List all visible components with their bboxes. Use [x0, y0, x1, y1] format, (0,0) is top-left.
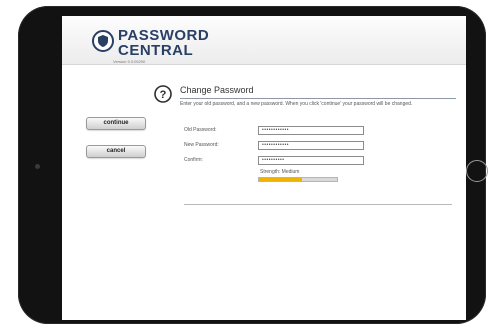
old-password-label: Old Password: — [184, 127, 217, 133]
strength-meter — [258, 177, 338, 182]
strength-label: Strength: Medium — [260, 169, 300, 175]
strength-meter-fill — [259, 178, 302, 181]
brand-name-line-2: CENTRAL — [118, 42, 194, 59]
svg-text:?: ? — [160, 89, 167, 101]
title-divider — [180, 98, 456, 99]
instructions-text: Enter your old password, and a new passw… — [180, 101, 413, 107]
continue-button[interactable]: continue — [86, 117, 146, 130]
page-title: Change Password — [180, 85, 254, 95]
new-password-field[interactable]: •••••••••••• — [258, 141, 364, 150]
shield-icon — [92, 30, 114, 52]
header-banner: PASSWORD CENTRAL Version 9.3.05290 — [62, 16, 466, 65]
cancel-button[interactable]: cancel — [86, 145, 146, 158]
home-button[interactable] — [466, 160, 488, 182]
question-mark-icon: ? — [154, 85, 172, 103]
bottom-divider — [184, 204, 452, 205]
camera-icon — [35, 164, 40, 169]
version-label: Version 9.3.05290 — [113, 59, 146, 64]
confirm-password-label: Confirm: — [184, 157, 203, 163]
brand-name-line-1: PASSWORD — [118, 27, 210, 44]
old-password-field[interactable]: •••••••••••• — [258, 126, 364, 135]
app-screen: PASSWORD CENTRAL Version 9.3.05290 ? Cha… — [62, 16, 466, 320]
new-password-label: New Password: — [184, 142, 219, 148]
confirm-password-field[interactable]: •••••••••• — [258, 156, 364, 165]
tablet-device: PASSWORD CENTRAL Version 9.3.05290 ? Cha… — [18, 6, 488, 324]
